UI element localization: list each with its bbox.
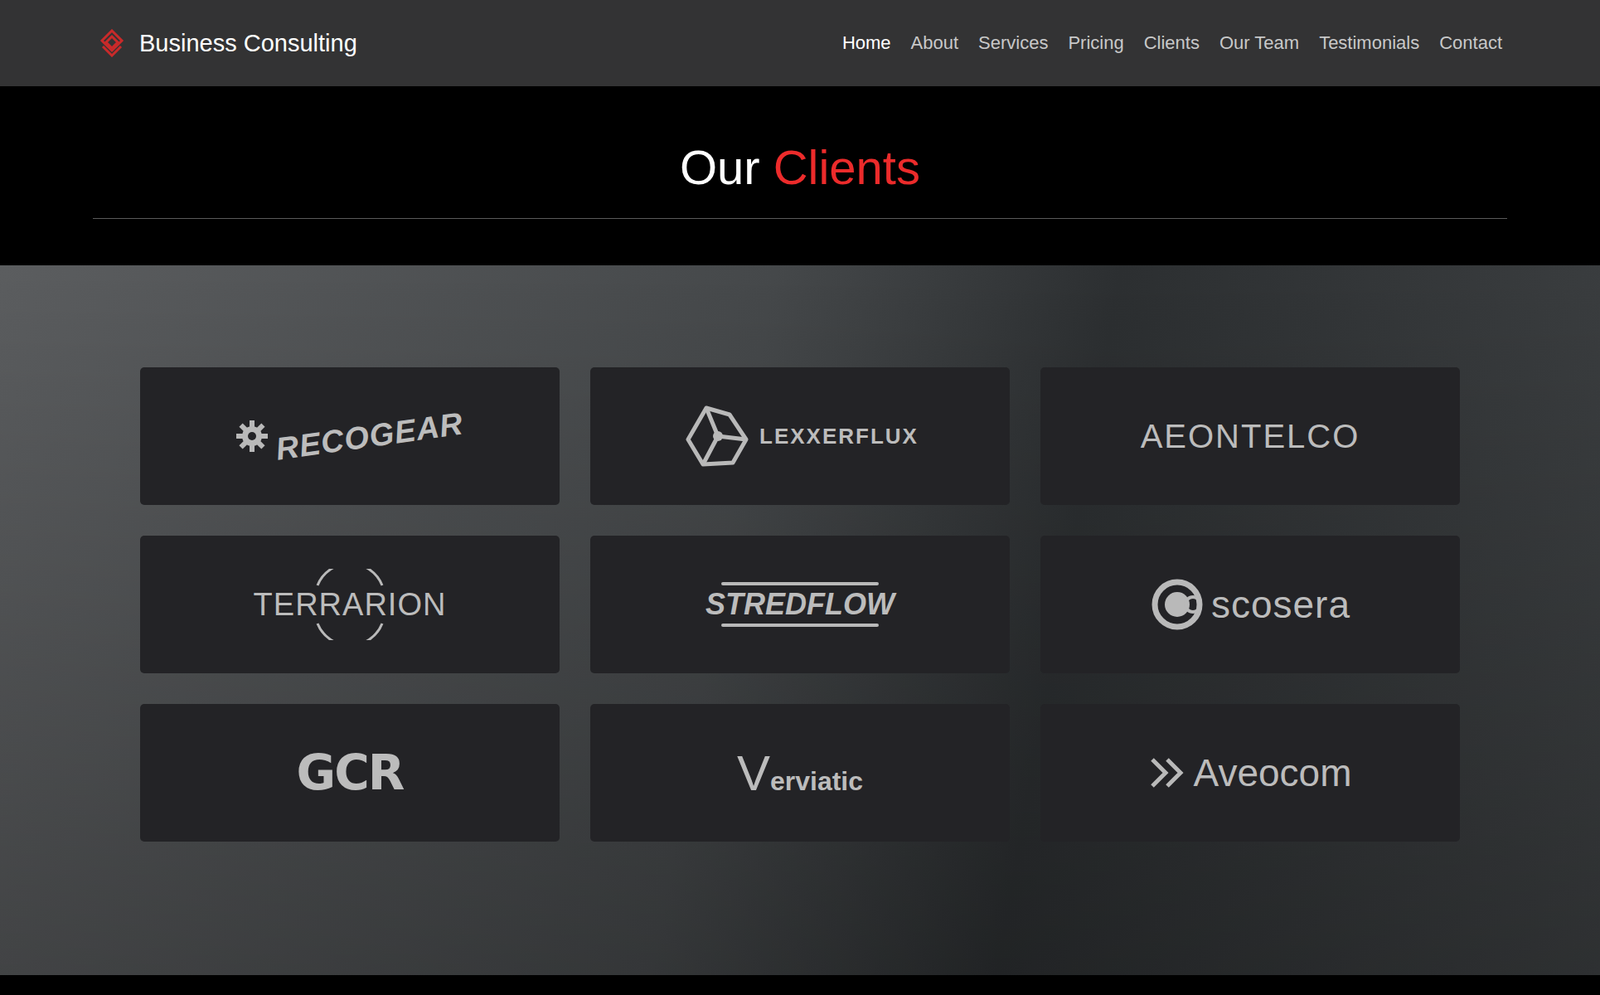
target-icon — [1149, 576, 1205, 632]
brand[interactable]: Business Consulting — [99, 29, 358, 58]
footer-strip — [0, 974, 1600, 995]
client-card: RECOGEAR — [140, 367, 560, 505]
hexagon-network-icon — [681, 402, 753, 470]
client-logo: scosera — [1149, 576, 1351, 632]
gear-icon — [235, 419, 269, 453]
client-name: GCR — [296, 744, 404, 801]
nav-link[interactable]: Testimonials — [1318, 32, 1420, 54]
client-logo: Aveocom — [1149, 750, 1353, 796]
client-name: AEONTELCO — [1140, 417, 1361, 456]
client-name: LEXXERFLUX — [759, 423, 919, 450]
brand-name[interactable]: Business Consulting — [139, 29, 358, 58]
client-card: Verviatic — [590, 703, 1010, 842]
client-card: LEXXERFLUX — [590, 367, 1010, 505]
client-name: Verviatic — [736, 744, 864, 802]
nav-menu: Home About Services Pricing Clients Our Team T… — [842, 32, 1503, 54]
client-card: scosera — [1040, 535, 1460, 674]
nav-link[interactable]: Clients — [1144, 32, 1200, 54]
client-logo: TERRARION — [253, 568, 447, 640]
chevrons-icon — [1149, 756, 1188, 790]
client-name: STREDFLOW — [705, 587, 895, 621]
nav-link[interactable]: Home — [842, 32, 892, 54]
client-card: GCR — [140, 703, 560, 842]
nav-link[interactable]: About — [911, 32, 960, 54]
nav-link[interactable]: Services — [978, 32, 1048, 54]
client-card: Aveocom — [1040, 703, 1460, 842]
ring-bottom-icon — [312, 621, 388, 640]
client-logo: RECOGEAR — [235, 418, 465, 455]
ring-top-icon — [312, 568, 388, 587]
title-accent: Clients — [773, 137, 921, 198]
clients-section: RECOGEAR LEXXERFLUX AEONTELCO TERRARION STRE… — [0, 265, 1600, 975]
section-header: OurClients — [0, 86, 1600, 266]
section-title: OurClients — [679, 137, 921, 198]
clients-grid: RECOGEAR LEXXERFLUX AEONTELCO TERRARION STRE… — [0, 367, 1600, 842]
client-name: TERRARION — [253, 586, 447, 622]
client-name: RECOGEAR — [273, 405, 466, 467]
page: Business Consulting Home About Services Pric… — [0, 0, 1600, 995]
client-name: scosera — [1211, 581, 1351, 627]
client-logo: LEXXERFLUX — [681, 402, 919, 470]
client-logo: STREDFLOW — [705, 579, 895, 630]
divider — [92, 218, 1508, 219]
nav-bar: Business Consulting Home About Services Pric… — [0, 0, 1600, 87]
client-card: AEONTELCO — [1040, 367, 1460, 505]
client-card: TERRARION — [140, 535, 560, 674]
client-logo: GCR — [296, 744, 404, 801]
nav-link[interactable]: Pricing — [1067, 32, 1124, 54]
nav-link[interactable]: Our Team — [1219, 32, 1300, 54]
nav-link[interactable]: Contact — [1439, 32, 1503, 54]
brand-diamond-icon — [99, 29, 125, 58]
client-logo: Verviatic — [736, 744, 864, 802]
logo-rule — [721, 581, 879, 586]
client-logo: AEONTELCO — [1140, 417, 1361, 456]
client-card: STREDFLOW — [590, 535, 1010, 674]
logo-rule — [721, 623, 879, 627]
client-name: Aveocom — [1193, 750, 1353, 796]
